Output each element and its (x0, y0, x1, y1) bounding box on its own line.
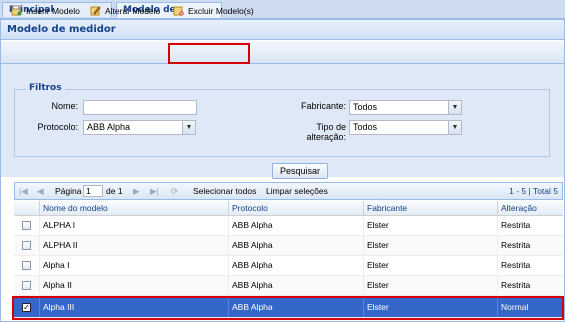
delete-models-button[interactable]: Excluir Modelo(s) (170, 3, 254, 19)
next-page-icon[interactable]: ▶ (133, 185, 140, 197)
edit-model-button[interactable]: Alterar Modelo (87, 3, 160, 19)
column-header-name[interactable]: Nome do modelo (39, 201, 225, 215)
search-button[interactable]: Pesquisar (272, 163, 328, 179)
cell-protocol: ABB Alpha (228, 236, 363, 255)
row-checkbox[interactable] (22, 221, 31, 230)
cell-maker: Elster (363, 236, 497, 255)
cell-protocol: ABB Alpha (228, 216, 363, 235)
cell-change: Restrita (497, 276, 563, 295)
select-all-link[interactable]: Selecionar todos (193, 185, 256, 197)
table-row[interactable]: ALPHA I ABB Alpha Elster Restrita (14, 216, 563, 236)
tipo-label-line1: Tipo de (316, 122, 346, 132)
row-checkbox[interactable] (22, 261, 31, 270)
fabricante-label: Fabricante: (300, 101, 346, 111)
cell-protocol: ABB Alpha (228, 256, 363, 275)
protocolo-select[interactable]: ABB Alpha ▼ (83, 120, 196, 135)
cell-maker: Elster (363, 216, 497, 235)
last-page-icon[interactable]: ▶| (150, 185, 159, 197)
cell-maker: Elster (363, 256, 497, 275)
tipo-alteracao-label: Tipo de alteração: (270, 122, 346, 142)
paging-toolbar: |◀ ◀ Página 1 de 1 ▶ ▶| ⟳ Selecionar tod… (14, 182, 563, 200)
chevron-down-icon[interactable]: ▼ (182, 121, 195, 134)
cell-name: Alpha II (39, 276, 228, 295)
edit-model-label: Alterar Modelo (105, 6, 161, 16)
insert-model-label: Inserir Modelo (26, 6, 80, 16)
grid-header: Nome do modelo Protocolo Fabricante Alte… (14, 201, 563, 216)
delete-document-icon (173, 6, 184, 16)
tipo-label-line2: alteração: (306, 132, 346, 142)
chevron-down-icon[interactable]: ▼ (448, 101, 461, 114)
delete-models-label: Excluir Modelo(s) (188, 6, 254, 16)
table-row[interactable]: Alpha I ABB Alpha Elster Restrita (14, 256, 563, 276)
cell-name: Alpha I (39, 256, 228, 275)
nome-label: Nome: (51, 101, 78, 111)
tipo-value: Todos (353, 122, 378, 132)
clear-selection-link[interactable]: Limpar seleções (266, 185, 328, 197)
table-row[interactable]: Alpha II ABB Alpha Elster Restrita (14, 276, 563, 296)
prev-page-icon[interactable]: ◀ (37, 185, 44, 197)
fabricante-select[interactable]: Todos ▼ (349, 100, 462, 115)
cell-change: Restrita (497, 256, 563, 275)
first-page-icon[interactable]: |◀ (19, 185, 28, 197)
nome-input[interactable] (83, 100, 197, 115)
add-document-icon (11, 5, 22, 16)
row-checkbox[interactable] (22, 281, 31, 290)
row-checkbox[interactable] (22, 241, 31, 250)
page-title: Modelo de medidor (1, 20, 564, 40)
chevron-down-icon[interactable]: ▼ (448, 121, 461, 134)
cell-name: ALPHA II (39, 236, 228, 255)
protocolo-value: ABB Alpha (87, 122, 131, 132)
protocolo-label: Protocolo: (37, 122, 78, 132)
delete-button-highlight (168, 43, 250, 64)
filters-legend: Filtros (26, 83, 65, 93)
selected-row-highlight (12, 296, 564, 320)
cell-protocol: ABB Alpha (228, 276, 363, 295)
cell-maker: Elster (363, 276, 497, 295)
cell-change: Restrita (497, 216, 563, 235)
column-header-maker[interactable]: Fabricante (363, 201, 497, 215)
insert-model-button[interactable]: Inserir Modelo (8, 3, 80, 19)
refresh-icon[interactable]: ⟳ (171, 185, 178, 197)
cell-change: Restrita (497, 236, 563, 255)
edit-document-icon (90, 6, 101, 16)
toolbar (1, 41, 564, 64)
column-header-protocol[interactable]: Protocolo (228, 201, 363, 215)
column-header-change[interactable]: Alteração (497, 201, 563, 215)
cell-name: ALPHA I (39, 216, 228, 235)
page-count: de 1 (106, 186, 123, 196)
fabricante-value: Todos (353, 102, 378, 112)
tipo-alteracao-select[interactable]: Todos ▼ (349, 120, 462, 135)
paging-summary: 1 - 5 | Total 5 (509, 186, 558, 196)
page-number-input[interactable]: 1 (83, 185, 103, 197)
table-row[interactable]: ALPHA II ABB Alpha Elster Restrita (14, 236, 563, 256)
page-label: Página (55, 186, 82, 196)
